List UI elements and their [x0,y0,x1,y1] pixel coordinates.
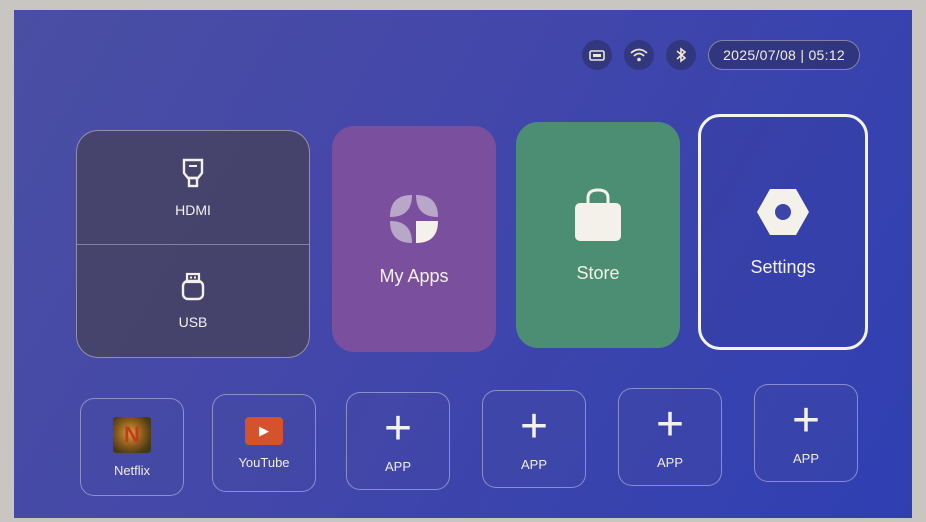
status-bar: 2025/07/08 | 05:12 [582,40,860,70]
shortcut-add-app-1[interactable]: + APP [346,392,450,490]
shortcut-label: Netflix [113,462,151,478]
my-apps-label: My Apps [379,266,449,286]
store-tile[interactable]: Store [516,122,680,348]
plus-icon: + [791,393,821,447]
apps-grid-icon [386,191,442,252]
store-label: Store [576,263,620,283]
hdmi-button[interactable]: HDMI [77,131,309,244]
settings-label: Settings [750,257,816,277]
network-icon [582,40,613,70]
shortcut-add-app-2[interactable]: + APP [482,390,586,488]
shopping-bag-icon [571,186,625,249]
shortcut-label: YouTube [238,454,290,470]
shortcut-label: APP [656,454,683,470]
usb-button[interactable]: USB [77,245,309,358]
youtube-icon: ▶ [245,416,283,445]
shortcut-netflix[interactable]: N Netflix [80,398,184,496]
usb-label: USB [178,314,208,331]
shortcut-add-app-3[interactable]: + APP [618,388,722,486]
wifi-icon [624,40,655,70]
hdmi-icon [178,157,208,194]
plus-icon: + [519,399,549,453]
plus-icon: + [383,401,413,455]
clock: 2025/07/08 | 05:12 [708,40,860,70]
shortcut-label: APP [384,458,411,474]
settings-tile[interactable]: Settings [698,114,868,350]
input-source-tile: HDMI USB [76,130,310,358]
netflix-icon: N [113,416,151,453]
bluetooth-icon [666,40,697,70]
home-screen: 2025/07/08 | 05:12 HDMI USB My Apps Stor… [14,10,912,518]
hdmi-label: HDMI [175,201,211,218]
settings-nut-icon [755,186,811,243]
usb-icon [179,271,207,306]
shortcut-label: APP [520,456,547,472]
shortcut-label: APP [792,450,819,466]
shortcut-youtube[interactable]: ▶ YouTube [212,394,316,492]
plus-icon: + [655,397,685,451]
my-apps-tile[interactable]: My Apps [332,126,496,352]
shortcut-add-app-4[interactable]: + APP [754,384,858,482]
